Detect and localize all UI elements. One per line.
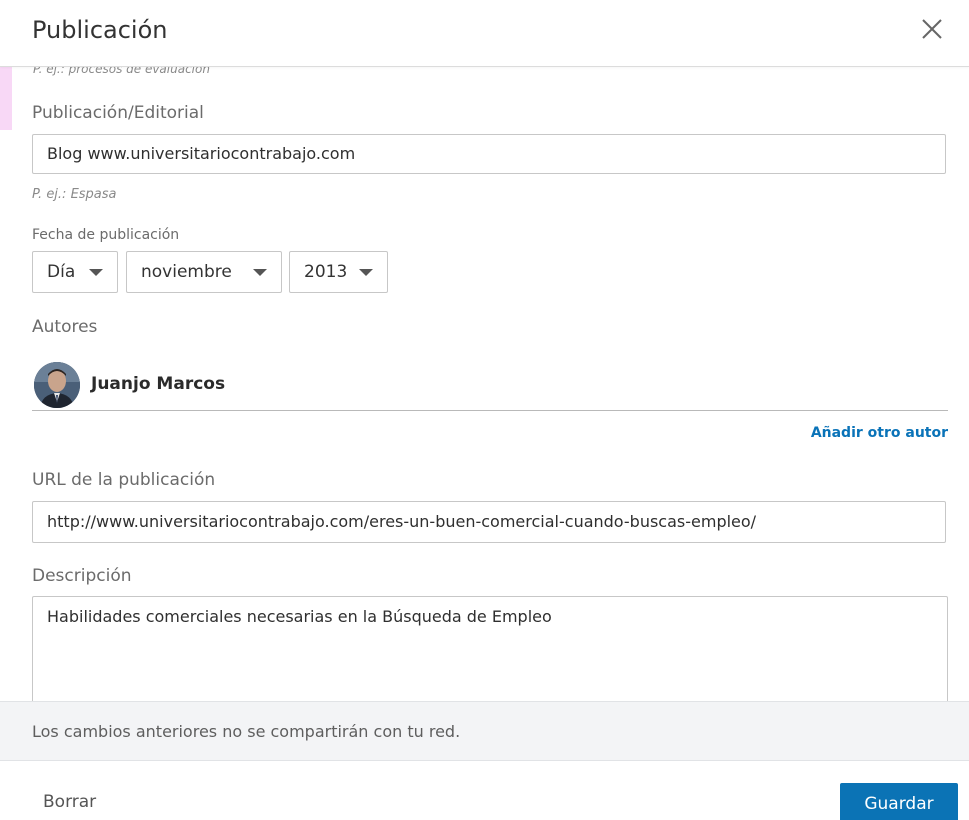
dialog-title: Publicación [32, 16, 168, 44]
avatar [34, 362, 80, 408]
close-button[interactable] [917, 14, 947, 44]
year-select-value: 2013 [304, 262, 348, 282]
description-label: Descripción [32, 566, 132, 586]
chevron-down-icon [253, 269, 267, 276]
author-name: Juanjo Marcos [91, 374, 226, 394]
dialog-footer: Borrar Guardar [0, 761, 969, 820]
author-item: Juanjo Marcos [32, 360, 948, 411]
dialog-header: Publicación [0, 0, 969, 67]
chevron-down-icon [89, 269, 103, 276]
publisher-label: Publicación/Editorial [32, 103, 204, 123]
authors-label: Autores [32, 317, 98, 337]
chevron-down-icon [359, 269, 373, 276]
day-select-value: Día [47, 262, 76, 282]
month-select[interactable]: noviembre [126, 251, 282, 293]
url-input[interactable]: http://www.universitariocontrabajo.com/e… [32, 501, 946, 543]
close-icon [922, 19, 942, 39]
save-button[interactable]: Guardar [840, 783, 958, 820]
month-select-value: noviembre [141, 262, 232, 282]
share-notice: Los cambios anteriores no se compartirán… [0, 701, 969, 761]
year-select[interactable]: 2013 [289, 251, 388, 293]
publication-dialog: P. ej.: procesos de evaluación Publicaci… [0, 0, 969, 820]
publisher-input[interactable]: Blog www.universitariocontrabajo.com [32, 134, 946, 174]
avatar-image [34, 362, 80, 408]
url-label: URL de la publicación [32, 470, 216, 490]
date-label: Fecha de publicación [32, 227, 180, 243]
delete-button[interactable]: Borrar [43, 792, 96, 812]
add-author-link[interactable]: Añadir otro autor [811, 425, 948, 441]
share-notice-text: Los cambios anteriores no se compartirán… [32, 722, 461, 741]
publisher-hint: P. ej.: Espasa [32, 187, 117, 202]
day-select[interactable]: Día [32, 251, 118, 293]
